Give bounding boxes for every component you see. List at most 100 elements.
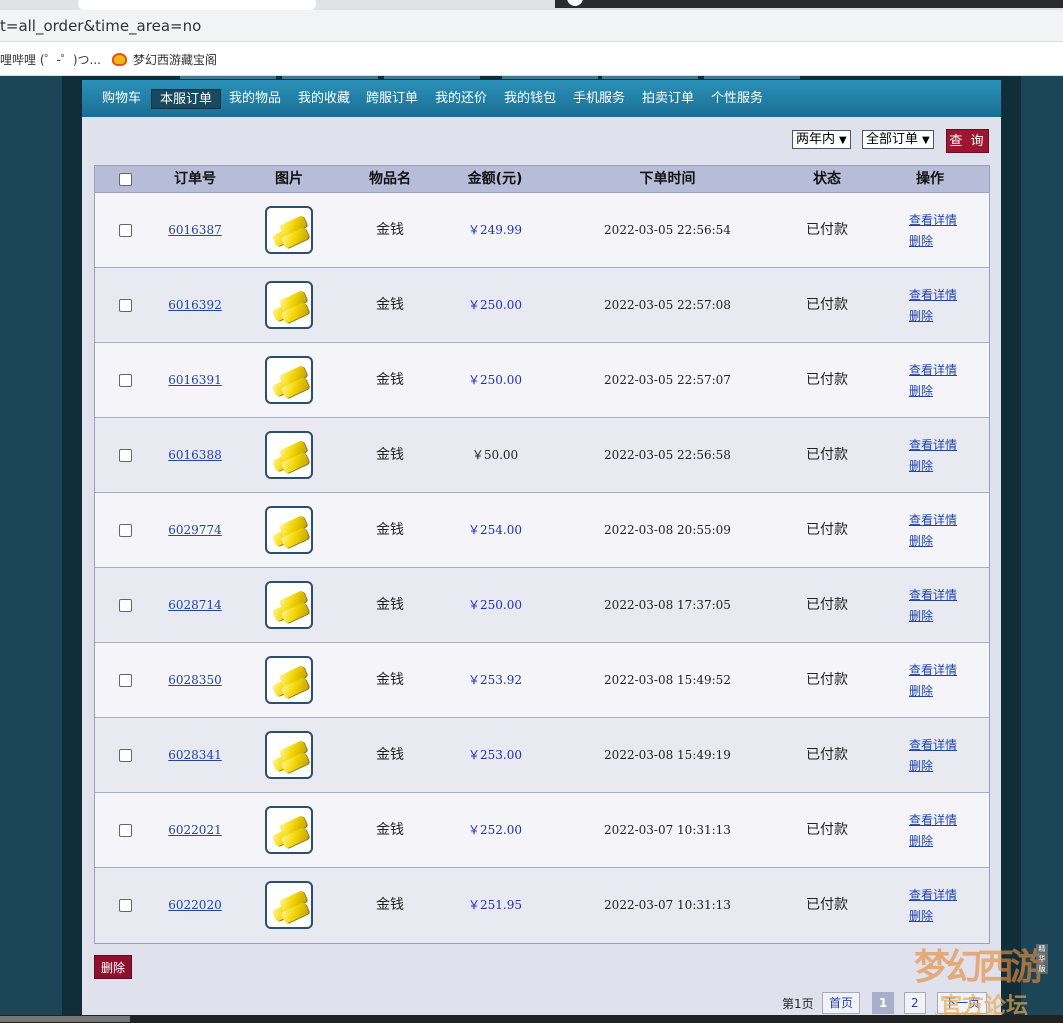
status-label: 已付款 bbox=[806, 822, 848, 838]
view-details-link[interactable]: 查看详情 bbox=[909, 285, 979, 306]
order-id-link[interactable]: 6016387 bbox=[145, 193, 245, 268]
query-button[interactable]: 查 询 bbox=[946, 129, 989, 153]
time-range-value: 两年内 bbox=[796, 132, 836, 147]
view-details-link[interactable]: 查看详情 bbox=[909, 810, 979, 831]
row-checkbox[interactable] bbox=[119, 299, 132, 312]
table-header: 订单号 图片 物品名 金额(元) 下单时间 状态 操作 bbox=[95, 166, 989, 193]
order-time: 2022-03-05 22:56:58 bbox=[604, 448, 731, 462]
page-2-button[interactable]: 2 bbox=[904, 992, 926, 1014]
item-name: 金钱 bbox=[376, 672, 404, 688]
delete-link[interactable]: 删除 bbox=[909, 306, 979, 327]
row-checkbox[interactable] bbox=[119, 824, 132, 837]
status-label: 已付款 bbox=[806, 222, 848, 238]
table-row: 6016388 金钱 ￥50.00 2022-03-05 22:56:58 已付款 查看详… bbox=[95, 418, 989, 493]
delete-link[interactable]: 删除 bbox=[909, 606, 979, 627]
delete-link[interactable]: 删除 bbox=[909, 231, 979, 252]
gold-item-icon[interactable] bbox=[265, 356, 313, 404]
order-time: 2022-03-07 10:31:13 bbox=[604, 823, 731, 837]
gold-item-icon[interactable] bbox=[265, 581, 313, 629]
item-name: 金钱 bbox=[376, 222, 404, 238]
scrollbar-thumb[interactable] bbox=[0, 1016, 130, 1022]
row-actions: 查看详情 删除 bbox=[909, 360, 979, 402]
nav-item-wallet[interactable]: 我的钱包 bbox=[496, 89, 564, 109]
table-body: 6016387 金钱 ￥249.99 2022-03-05 22:56:54 已付款 查看… bbox=[95, 193, 989, 943]
item-name: 金钱 bbox=[376, 747, 404, 763]
row-checkbox[interactable] bbox=[119, 374, 132, 387]
row-checkbox[interactable] bbox=[119, 599, 132, 612]
view-details-link[interactable]: 查看详情 bbox=[909, 660, 979, 681]
view-details-link[interactable]: 查看详情 bbox=[909, 585, 979, 606]
order-id-link[interactable]: 6022020 bbox=[145, 868, 245, 943]
gold-item-icon[interactable] bbox=[265, 731, 313, 779]
order-id-link[interactable]: 6029774 bbox=[145, 493, 245, 568]
status-label: 已付款 bbox=[806, 522, 848, 538]
browser-tab-active[interactable] bbox=[78, 0, 316, 10]
gold-item-icon[interactable] bbox=[265, 506, 313, 554]
view-details-link[interactable]: 查看详情 bbox=[909, 885, 979, 906]
gold-item-icon[interactable] bbox=[265, 206, 313, 254]
first-page-button[interactable]: 首页 bbox=[822, 992, 861, 1014]
nav-item-server-orders[interactable]: 本服订单 bbox=[151, 89, 222, 109]
view-details-link[interactable]: 查看详情 bbox=[909, 210, 979, 231]
order-id-link[interactable]: 6028341 bbox=[145, 718, 245, 793]
time-range-select[interactable]: 两年内 ▼ bbox=[792, 130, 851, 149]
bookmark-bilibili[interactable]: 哩哔哩 (゜-゜)つ... bbox=[0, 51, 101, 68]
row-checkbox[interactable] bbox=[119, 224, 132, 237]
view-details-link[interactable]: 查看详情 bbox=[909, 735, 979, 756]
delete-link[interactable]: 删除 bbox=[909, 456, 979, 477]
nav-item-cross-orders[interactable]: 跨服订单 bbox=[358, 89, 426, 109]
select-all-checkbox[interactable] bbox=[119, 173, 132, 186]
order-id-link[interactable]: 6016391 bbox=[145, 343, 245, 418]
table-row: 6016392 金钱 ￥250.00 2022-03-05 22:57:08 已付款 查看… bbox=[95, 268, 989, 343]
address-bar[interactable]: t=all_order&time_area=no bbox=[0, 10, 1063, 42]
amount: ￥253.92 bbox=[468, 673, 522, 687]
delete-link[interactable]: 删除 bbox=[909, 831, 979, 852]
order-type-select[interactable]: 全部订单 ▼ bbox=[862, 130, 934, 149]
nav-item-my-items[interactable]: 我的物品 bbox=[221, 89, 289, 109]
order-id-link[interactable]: 6022021 bbox=[145, 793, 245, 868]
delete-link[interactable]: 删除 bbox=[909, 681, 979, 702]
order-id-link[interactable]: 6016388 bbox=[145, 418, 245, 493]
nav-item-personal[interactable]: 个性服务 bbox=[703, 89, 771, 109]
gold-item-icon[interactable] bbox=[265, 656, 313, 704]
nav-item-mobile[interactable]: 手机服务 bbox=[565, 89, 633, 109]
nav-item-counteroffers[interactable]: 我的还价 bbox=[427, 89, 495, 109]
header-order-id: 订单号 bbox=[174, 171, 216, 187]
page-1-button[interactable]: 1 bbox=[872, 992, 895, 1014]
delete-link[interactable]: 删除 bbox=[909, 756, 979, 777]
row-checkbox[interactable] bbox=[119, 449, 132, 462]
row-checkbox[interactable] bbox=[119, 749, 132, 762]
amount: ￥249.99 bbox=[468, 223, 522, 237]
order-time: 2022-03-05 22:57:08 bbox=[604, 298, 731, 312]
bookmark-cbg[interactable]: 梦幻西游藏宝阁 bbox=[112, 51, 217, 68]
gold-item-icon[interactable] bbox=[265, 281, 313, 329]
delete-link[interactable]: 删除 bbox=[909, 531, 979, 552]
main-nav: 购物车 本服订单 我的物品 我的收藏 跨服订单 我的还价 我的钱包 手机服务 拍… bbox=[82, 80, 1001, 117]
view-details-link[interactable]: 查看详情 bbox=[909, 435, 979, 456]
nav-item-favorites[interactable]: 我的收藏 bbox=[290, 89, 358, 109]
view-details-link[interactable]: 查看详情 bbox=[909, 510, 979, 531]
address-url[interactable]: t=all_order&time_area=no bbox=[0, 17, 201, 35]
horizontal-scrollbar[interactable] bbox=[0, 1015, 1063, 1023]
view-details-link[interactable]: 查看详情 bbox=[909, 360, 979, 381]
order-type-value: 全部订单 bbox=[866, 132, 919, 147]
gold-item-icon[interactable] bbox=[265, 431, 313, 479]
delete-link[interactable]: 删除 bbox=[909, 381, 979, 402]
nav-item-auction-orders[interactable]: 拍卖订单 bbox=[634, 89, 702, 109]
next-page-button[interactable]: 下一页 bbox=[937, 992, 988, 1014]
gold-item-icon[interactable] bbox=[265, 881, 313, 929]
nav-item-cart[interactable]: 购物车 bbox=[94, 89, 149, 109]
item-name: 金钱 bbox=[376, 522, 404, 538]
order-id-link[interactable]: 6028350 bbox=[145, 643, 245, 718]
gold-item-icon[interactable] bbox=[265, 806, 313, 854]
bulk-delete-button[interactable]: 删除 bbox=[94, 955, 132, 979]
row-checkbox[interactable] bbox=[119, 524, 132, 537]
row-checkbox[interactable] bbox=[119, 674, 132, 687]
row-checkbox[interactable] bbox=[119, 899, 132, 912]
browser-tab-other[interactable] bbox=[555, 0, 1063, 8]
status-label: 已付款 bbox=[806, 597, 848, 613]
amount: ￥50.00 bbox=[471, 448, 519, 462]
delete-link[interactable]: 删除 bbox=[909, 906, 979, 927]
order-id-link[interactable]: 6016392 bbox=[145, 268, 245, 343]
order-id-link[interactable]: 6028714 bbox=[145, 568, 245, 643]
